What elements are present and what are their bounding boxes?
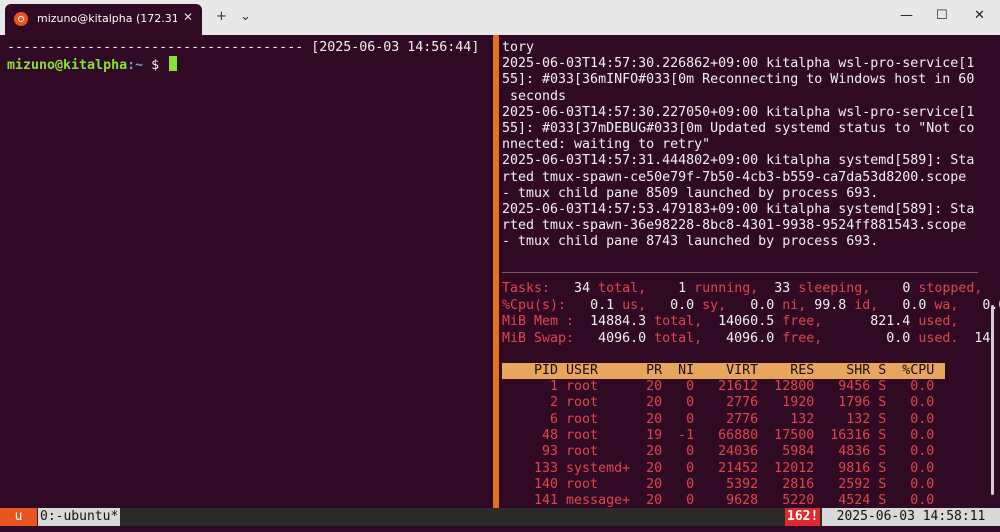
- log-line: 2025-06-03T14:57:31.444802+09:00 kitalph…: [502, 153, 975, 169]
- log-line: rted tmux-spawn-36e98228-8bc8-4301-9938-…: [502, 218, 967, 234]
- summary-row: MiB Swap: 4096.0 total, 4096.0 free, 0.0…: [502, 331, 990, 347]
- log-line: 2025-06-03T14:57:30.226862+09:00 kitalph…: [502, 56, 975, 72]
- summary-row: MiB Mem : 14884.3 total, 14060.5 free, 8…: [502, 314, 958, 330]
- summary-field: 1: [662, 281, 687, 296]
- summary-field: %Cpu(s):: [502, 297, 575, 313]
- text-cursor: [169, 56, 178, 71]
- summary-field: 0.0: [838, 330, 911, 346]
- log-line: rted tmux-spawn-ce50e79f-7b50-4cb3-b559-…: [502, 169, 967, 185]
- ubuntu-icon: [14, 12, 28, 26]
- session-name: u: [0, 508, 37, 526]
- prompt-symbol: $: [143, 58, 168, 73]
- process-row: 140 root 20 0 5392 2816 2592 S 0.0: [502, 476, 935, 492]
- summary-field: 0.0: [734, 297, 775, 313]
- process-row: 6 root 20 0 2776 132 132 S 0.0: [502, 411, 935, 427]
- summary-field: stopped,: [910, 281, 983, 296]
- summary-field: 14060.5: [710, 314, 775, 329]
- log-line: nnected: waiting to retry": [502, 137, 711, 153]
- summary-field: 4096.0: [710, 330, 775, 346]
- summary-field: 0.0: [886, 297, 927, 313]
- log-line: 2025-06-03T14:57:53.479183+09:00 kitalph…: [502, 202, 975, 217]
- bottom-strip: [0, 526, 1000, 532]
- log-line: - tmux child pane 8509 launched by proce…: [502, 185, 879, 201]
- summary-field: us,: [614, 297, 655, 313]
- separator-line: ------------------------------------- [2…: [7, 40, 480, 55]
- prompt-path: :~: [127, 58, 144, 73]
- pane-separator: [502, 272, 978, 273]
- tab-title: mizuno@kitalpha (172.31.37.42): [37, 12, 177, 25]
- summary-field: 0.1: [574, 297, 615, 313]
- process-row: 133 systemd+ 20 0 21452 12012 9816 S 0.0: [502, 460, 935, 476]
- summary-field: total,: [590, 281, 663, 296]
- summary-field: 4096.0: [582, 330, 647, 346]
- log-line: seconds: [502, 88, 567, 104]
- summary-field: id,: [846, 297, 887, 313]
- summary-field: running,: [686, 281, 767, 296]
- tab-dropdown-icon[interactable]: ⌄: [240, 9, 251, 24]
- summary-field: total,: [646, 314, 711, 329]
- tab-close-icon[interactable]: ✕: [183, 10, 193, 24]
- scrollbar[interactable]: [991, 305, 994, 495]
- minimize-icon[interactable]: —: [900, 8, 913, 23]
- log-line: 2025-06-03T14:57:30.227050+09:00 kitalph…: [502, 104, 975, 120]
- summary-field: used,: [910, 314, 959, 329]
- summary-field: MiB Swap:: [502, 330, 583, 346]
- summary-field: sy,: [694, 297, 735, 313]
- window-tab[interactable]: 0:-ubuntu*: [38, 508, 121, 526]
- summary-field: 33: [766, 281, 791, 296]
- summary-field: Tasks:: [502, 281, 559, 296]
- summary-field: 14884.3: [582, 314, 647, 329]
- summary-field: 34: [558, 281, 591, 296]
- summary-field: 0: [886, 281, 911, 296]
- summary-field: 0.0: [966, 298, 1000, 313]
- summary-row: %Cpu(s): 0.1 us, 0.0 sy, 0.0 ni, 99.8 id…: [502, 298, 1000, 314]
- prompt-user: mizuno@kitalpha: [7, 58, 128, 73]
- summary-field: used.: [910, 330, 959, 346]
- left-pane[interactable]: ------------------------------------- [2…: [0, 35, 492, 508]
- title-bar: mizuno@kitalpha (172.31.37.42) ✕ + ⌄ — ☐…: [0, 0, 1000, 35]
- tmux-status-bar: u 0:-ubuntu* 162! 2025-06-03 14:58:11: [0, 508, 1000, 526]
- status-clock: 2025-06-03 14:58:11: [822, 508, 1000, 526]
- summary-field: free,: [774, 314, 839, 329]
- process-row: 2 root 20 0 2776 1920 1796 S 0.0: [502, 395, 935, 411]
- notification-count: 162!: [785, 508, 821, 526]
- terminal-tab[interactable]: mizuno@kitalpha (172.31.37.42) ✕: [5, 4, 202, 35]
- process-row: 141 message+ 20 0 9628 5220 4524 S 0.0: [502, 493, 935, 508]
- new-tab-button[interactable]: +: [216, 9, 227, 24]
- summary-field: MiB Mem :: [502, 314, 583, 329]
- summary-field: wa,: [926, 297, 967, 313]
- process-header: PID USER PR NI VIRT RES SHR S %CPU: [502, 363, 935, 378]
- process-row: 93 root 20 0 24036 5984 4836 S 0.0: [502, 444, 935, 460]
- summary-field: 14: [958, 330, 991, 346]
- log-line: - tmux child pane 8743 launched by proce…: [502, 234, 879, 250]
- summary-field: free,: [774, 330, 839, 346]
- log-line: tory: [502, 40, 535, 55]
- summary-field: sleeping,: [790, 281, 887, 296]
- summary-field: 821.4: [838, 314, 911, 329]
- close-window-icon[interactable]: ✕: [974, 8, 985, 23]
- summary-field: total,: [646, 330, 711, 346]
- summary-field: ni,: [774, 297, 815, 313]
- summary-field: 99.8: [814, 297, 847, 313]
- maximize-icon[interactable]: ☐: [936, 8, 948, 23]
- summary-row: Tasks: 34 total, 1 running, 33 sleeping,…: [502, 281, 982, 297]
- log-line: 55]: #033[37mDEBUG#033[0m Updated system…: [502, 121, 975, 136]
- process-row: 48 root 19 -1 66880 17500 16316 S 0.0: [502, 427, 935, 443]
- summary-field: 0.0: [654, 297, 695, 313]
- right-pane[interactable]: tory 2025-06-03T14:57:30.226862+09:00 kit…: [499, 35, 1000, 508]
- log-line: 55]: #033[36mINFO#033[0m Reconnecting to…: [502, 72, 975, 88]
- shell-prompt: mizuno@kitalpha:~ $: [7, 56, 178, 74]
- process-row: 1 root 20 0 21612 12800 9456 S 0.0: [502, 379, 935, 394]
